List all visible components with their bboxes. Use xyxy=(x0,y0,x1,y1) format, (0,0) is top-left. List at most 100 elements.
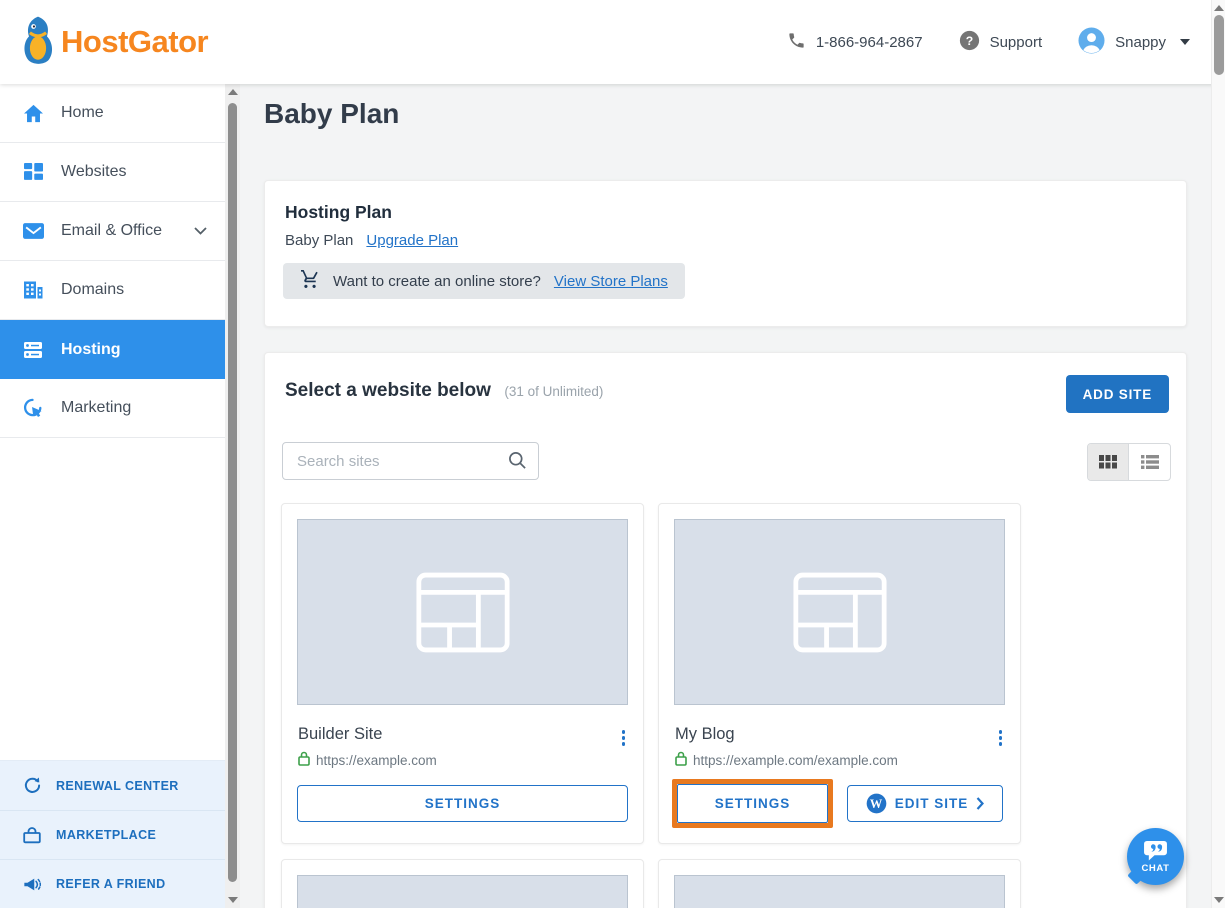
sidebar-item-websites[interactable]: Websites xyxy=(0,143,225,202)
top-header: HostGator 1-866-964-2867 ? Support Snapp… xyxy=(0,0,1225,84)
user-menu[interactable]: Snappy xyxy=(1078,27,1190,58)
footer-item-label: RENEWAL CENTER xyxy=(56,779,179,793)
sidebar-item-email-office[interactable]: Email & Office xyxy=(0,202,225,261)
store-banner: Want to create an online store? View Sto… xyxy=(283,263,685,299)
site-preview-placeholder xyxy=(297,519,628,705)
chat-bubble-icon xyxy=(1143,840,1168,861)
search-icon xyxy=(508,451,527,470)
site-card-partial xyxy=(281,859,644,908)
email-icon xyxy=(22,223,44,239)
sidebar-item-home[interactable]: Home xyxy=(0,84,225,143)
support-menu[interactable]: ? Support xyxy=(959,30,1043,55)
chevron-right-icon xyxy=(976,797,984,810)
search-input[interactable] xyxy=(282,442,539,480)
sidebar-item-renewal-center[interactable]: RENEWAL CENTER xyxy=(0,761,225,810)
site-count-note: (31 of Unlimited) xyxy=(504,384,603,399)
phone-number: 1-866-964-2867 xyxy=(816,34,923,51)
cart-icon xyxy=(300,270,320,292)
phone-group: 1-866-964-2867 xyxy=(787,31,923,54)
scroll-down-icon[interactable] xyxy=(1214,897,1224,903)
list-view-button[interactable] xyxy=(1129,444,1170,480)
site-name: Builder Site xyxy=(298,725,382,744)
hosting-plan-title: Hosting Plan xyxy=(285,202,392,223)
renewal-icon xyxy=(22,777,42,794)
sidebar-item-marketplace[interactable]: MARKETPLACE xyxy=(0,810,225,859)
content-scrollbar[interactable] xyxy=(225,84,240,908)
caret-down-icon xyxy=(1180,39,1190,45)
lock-icon xyxy=(298,751,310,769)
site-name: My Blog xyxy=(675,725,735,744)
lock-icon xyxy=(675,751,687,769)
kebab-menu-icon[interactable] xyxy=(997,728,1005,748)
grid-view-button[interactable] xyxy=(1088,444,1129,480)
sidebar-item-hosting[interactable]: Hosting xyxy=(0,320,225,379)
hosting-plan-card: Hosting Plan Baby Plan Upgrade Plan Want… xyxy=(264,180,1187,327)
upgrade-plan-link[interactable]: Upgrade Plan xyxy=(366,232,458,249)
select-website-title: Select a website below xyxy=(285,380,491,401)
kebab-menu-icon[interactable] xyxy=(620,728,628,748)
svg-text:?: ? xyxy=(965,33,972,47)
wordpress-icon: W xyxy=(866,793,887,814)
page-title: Baby Plan xyxy=(264,98,399,130)
phone-icon xyxy=(787,31,806,54)
brand-wordmark: HostGator xyxy=(61,24,208,60)
site-preview-placeholder xyxy=(674,519,1005,705)
sidebar-item-refer-a-friend[interactable]: REFER A FRIEND xyxy=(0,859,225,908)
edit-site-button[interactable]: W EDIT SITE xyxy=(847,785,1003,822)
main-content: Baby Plan Hosting Plan Baby Plan Upgrade… xyxy=(240,84,1211,908)
edit-site-label: EDIT SITE xyxy=(895,796,969,811)
scrollbar-thumb[interactable] xyxy=(228,103,237,882)
websites-icon xyxy=(22,163,44,182)
support-label: Support xyxy=(990,34,1043,51)
grid-view-icon xyxy=(1099,455,1118,469)
scrollbar-thumb[interactable] xyxy=(1214,15,1224,75)
hostgator-logo[interactable]: HostGator xyxy=(20,0,208,84)
megaphone-icon xyxy=(22,877,42,892)
site-preview-placeholder xyxy=(297,875,628,908)
site-preview-placeholder xyxy=(674,875,1005,908)
domains-icon xyxy=(22,281,44,299)
site-card-my-blog: My Blog https://example.com/example.com … xyxy=(658,503,1021,844)
sidebar-item-marketing[interactable]: Marketing xyxy=(0,379,225,438)
avatar xyxy=(1078,27,1105,58)
sidebar-nav: Home Websites Email & Office Domains Hos… xyxy=(0,84,225,908)
marketplace-icon xyxy=(22,827,42,844)
username: Snappy xyxy=(1115,34,1166,51)
help-icon: ? xyxy=(959,30,980,55)
chat-button[interactable]: CHAT xyxy=(1127,828,1184,885)
settings-highlight-annotation: SETTINGS xyxy=(672,779,833,828)
window-scrollbar[interactable] xyxy=(1211,0,1225,908)
sidebar-item-label: Home xyxy=(61,104,104,122)
settings-button[interactable]: SETTINGS xyxy=(297,785,628,822)
sidebar-item-label: Marketing xyxy=(61,399,131,417)
site-url: https://example.com xyxy=(316,753,437,768)
footer-item-label: MARKETPLACE xyxy=(56,828,156,842)
site-card-partial xyxy=(658,859,1021,908)
sidebar-item-label: Websites xyxy=(61,163,127,181)
current-plan-label: Baby Plan xyxy=(285,232,353,249)
scroll-down-icon[interactable] xyxy=(228,897,238,903)
view-toggle xyxy=(1087,443,1171,481)
home-icon xyxy=(22,104,44,123)
hosting-icon xyxy=(22,341,44,359)
sidebar-item-label: Email & Office xyxy=(61,222,162,240)
list-view-icon xyxy=(1141,455,1159,469)
site-url: https://example.com/example.com xyxy=(693,753,898,768)
view-store-plans-link[interactable]: View Store Plans xyxy=(554,273,668,290)
footer-item-label: REFER A FRIEND xyxy=(56,877,166,891)
store-prompt-text: Want to create an online store? xyxy=(333,273,541,290)
chat-label: CHAT xyxy=(1141,863,1169,874)
chevron-down-icon[interactable] xyxy=(194,222,207,240)
site-card-builder-site: Builder Site https://example.com SETTING… xyxy=(281,503,644,844)
scroll-up-icon[interactable] xyxy=(228,89,238,95)
marketing-icon xyxy=(22,398,44,418)
settings-button[interactable]: SETTINGS xyxy=(677,784,828,823)
sidebar-item-domains[interactable]: Domains xyxy=(0,261,225,320)
sidebar-footer: RENEWAL CENTER MARKETPLACE REFER A FRIEN… xyxy=(0,760,225,908)
svg-text:W: W xyxy=(870,797,883,811)
websites-card: Select a website below (31 of Unlimited)… xyxy=(264,352,1187,908)
scroll-up-icon[interactable] xyxy=(1214,5,1224,11)
gator-mascot-icon xyxy=(20,14,56,71)
sidebar-item-label: Domains xyxy=(61,281,124,299)
add-site-button[interactable]: ADD SITE xyxy=(1066,375,1169,413)
